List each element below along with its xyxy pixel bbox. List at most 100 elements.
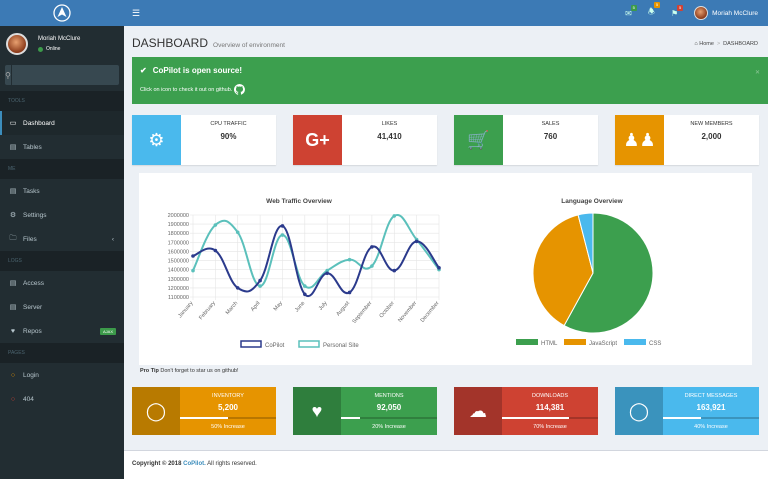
users-icon: ♟♟ bbox=[615, 115, 664, 165]
top-navbar: ☰ ✉ 5 🕭 5 ⚑ 5 Moriah McClure bbox=[124, 0, 768, 26]
main-content: DASHBOARD Overview of environment ⌂ Home… bbox=[124, 26, 768, 450]
breadcrumb-current: DASHBOARD bbox=[723, 41, 758, 47]
charts-svg: Web Traffic Overview 2000000 1900000 180000… bbox=[168, 198, 662, 349]
charts-panel: Web Traffic Overview 2000000 1900000 180000… bbox=[139, 173, 752, 365]
circle-icon: ○ bbox=[10, 395, 16, 403]
copyright-text: Copyright © 2018 bbox=[132, 461, 184, 467]
messages-badge: 5 bbox=[630, 4, 637, 11]
data-point bbox=[414, 239, 419, 244]
info-box-new-members: ♟♟ NEW MEMBERS 2,000 bbox=[615, 115, 759, 165]
sidebar-nav: TOOLS ▭ Dashboard ▤ Tables ME ▤ Tasks ⚙ Settings 🗀… bbox=[0, 91, 124, 411]
progress-fill bbox=[663, 417, 702, 419]
tag-icon: ◯ bbox=[132, 387, 180, 435]
sidebar-item-repos[interactable]: ♥ Repos AJAX bbox=[0, 319, 124, 343]
close-icon[interactable]: ✕ bbox=[755, 69, 760, 76]
info-box-likes: G+ LIKES 41,410 bbox=[293, 115, 437, 165]
check-icon: ✔ bbox=[140, 66, 147, 75]
home-icon: ⌂ bbox=[694, 41, 698, 47]
sidebar-item-settings[interactable]: ⚙ Settings bbox=[0, 203, 124, 227]
nav-header: PAGES bbox=[0, 343, 124, 363]
shopping-cart-icon: 🛒 bbox=[454, 115, 503, 165]
data-point bbox=[280, 233, 285, 237]
legend-label: CoPilot bbox=[265, 343, 285, 349]
legend-label: Personal Site bbox=[323, 343, 359, 349]
progress-fill bbox=[502, 417, 570, 419]
info-box-label: NEW MEMBERS bbox=[690, 121, 733, 127]
legend-swatch bbox=[240, 340, 262, 348]
stat-box-inventory: ◯ INVENTORY 5,200 50% Increase bbox=[132, 387, 276, 435]
legend-swatch bbox=[564, 339, 586, 345]
avatar bbox=[6, 33, 28, 55]
sidebar-item-label: 404 bbox=[23, 395, 34, 403]
data-point bbox=[235, 230, 240, 235]
alert-title: CoPilot is open source! bbox=[152, 66, 243, 75]
brand-link[interactable]: CoPilot. bbox=[183, 461, 206, 467]
user-panel: Moriah McClure Online bbox=[0, 26, 124, 62]
legend-swatch bbox=[298, 340, 320, 348]
progress-bar bbox=[663, 417, 759, 419]
x-tick-label: July bbox=[318, 300, 329, 312]
github-icon[interactable] bbox=[233, 84, 245, 95]
data-point bbox=[213, 248, 218, 253]
sidebar-item-label: Login bbox=[23, 371, 39, 379]
sidebar-item-access[interactable]: ▤ Access bbox=[0, 271, 124, 295]
logo[interactable] bbox=[0, 0, 124, 26]
line-chart-title: Web Traffic Overview bbox=[266, 198, 333, 205]
heart-icon: ♥ bbox=[293, 387, 341, 435]
sidebar-item-server[interactable]: ▤ Server bbox=[0, 295, 124, 319]
x-tick-label: November bbox=[397, 300, 418, 323]
legend-label: JavaScript bbox=[589, 341, 617, 347]
info-box-sales: 🛒 SALES 760 bbox=[454, 115, 598, 165]
tasks-icon: ▤ bbox=[9, 188, 17, 195]
pro-tip-label: Pro Tip bbox=[140, 368, 159, 374]
x-tick-label: May bbox=[273, 300, 284, 312]
menu-toggle-icon[interactable]: ☰ bbox=[132, 8, 140, 19]
flag-icon[interactable]: ⚑ 5 bbox=[671, 4, 684, 18]
stat-box-desc: 50% Increase bbox=[211, 424, 245, 430]
nav-header: TOOLS bbox=[0, 91, 124, 111]
search-icon[interactable]: ⚲ bbox=[5, 65, 12, 85]
x-tick-label: January bbox=[177, 300, 194, 319]
info-box-value: 41,410 bbox=[377, 132, 402, 141]
online-dot-icon bbox=[38, 46, 43, 52]
info-box-label: CPU TRAFFIC bbox=[210, 121, 247, 127]
comment-icon: ◯ bbox=[615, 387, 663, 435]
data-point bbox=[370, 264, 374, 268]
data-point bbox=[280, 224, 285, 228]
x-tick-label: September bbox=[352, 300, 374, 325]
sidebar-item-tables[interactable]: ▤ Tables bbox=[0, 135, 124, 159]
sidebar-item-tasks[interactable]: ▤ Tasks bbox=[0, 179, 124, 203]
envelope-icon[interactable]: ✉ 5 bbox=[625, 4, 637, 18]
sidebar-item-login[interactable]: ○ Login bbox=[0, 363, 124, 387]
data-point bbox=[258, 278, 262, 283]
stat-box-value: 114,381 bbox=[535, 403, 565, 412]
x-tick-label: June bbox=[294, 300, 306, 313]
stat-box-label: DOWNLOADS bbox=[531, 393, 569, 399]
x-tick-label: February bbox=[198, 300, 217, 321]
data-point bbox=[325, 271, 329, 276]
chevron-left-icon: ‹ bbox=[111, 235, 114, 243]
sidebar-item-files[interactable]: 🗀 Files ‹ bbox=[0, 227, 124, 251]
breadcrumb-home[interactable]: Home bbox=[699, 41, 714, 47]
legend-label: CSS bbox=[649, 341, 661, 347]
google-plus-icon: G+ bbox=[293, 115, 342, 165]
sidebar-item-404[interactable]: ○ 404 bbox=[0, 387, 124, 411]
data-point bbox=[392, 268, 397, 273]
stat-box-value: 92,050 bbox=[376, 403, 402, 412]
page-header: DASHBOARD Overview of environment bbox=[132, 36, 285, 50]
data-point bbox=[191, 268, 195, 273]
legend-swatch bbox=[624, 339, 646, 345]
sidebar-item-label: Access bbox=[23, 279, 44, 287]
x-tick-label: August bbox=[335, 300, 351, 317]
y-tick-label: 1100000 bbox=[168, 295, 189, 301]
sidebar-item-dashboard[interactable]: ▭ Dashboard bbox=[0, 111, 124, 135]
legend-swatch bbox=[516, 339, 538, 345]
user-menu[interactable]: Moriah McClure bbox=[694, 6, 758, 20]
info-box-value: 90% bbox=[220, 132, 237, 141]
progress-fill bbox=[180, 417, 228, 419]
data-point bbox=[235, 286, 240, 290]
sidebar-item-label: Server bbox=[23, 303, 43, 311]
y-tick-label: 2000000 bbox=[168, 213, 189, 219]
sidebar-search[interactable]: ⚲ bbox=[5, 65, 189, 85]
bell-icon[interactable]: 🕭 5 bbox=[648, 2, 660, 20]
